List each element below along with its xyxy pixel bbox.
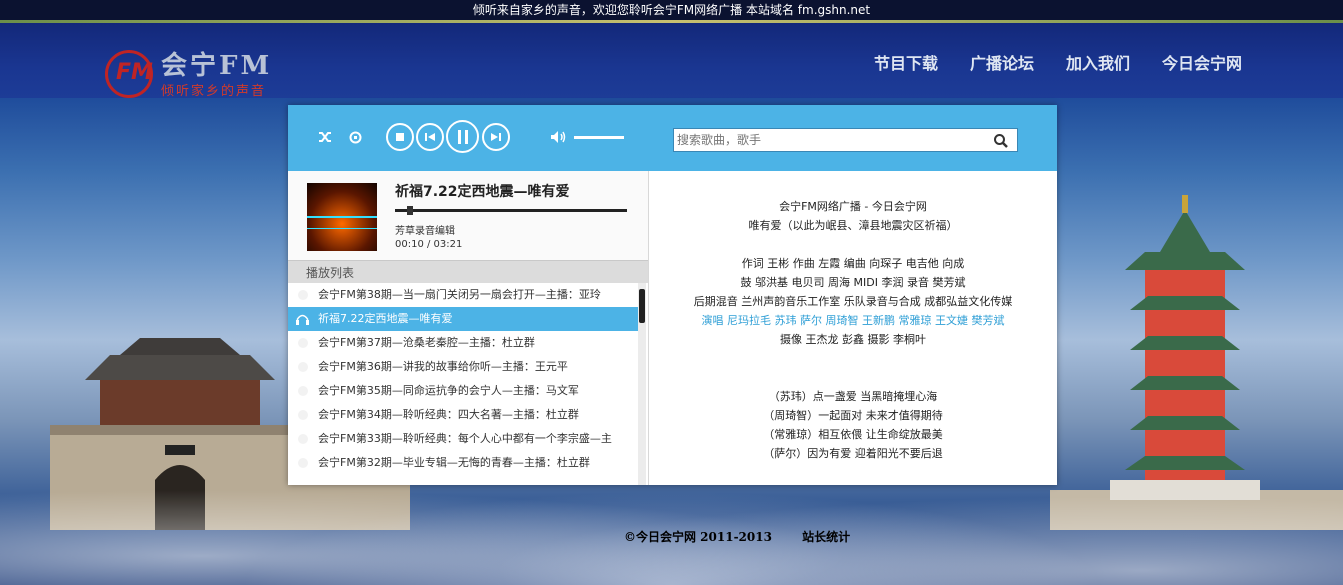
logo-title: 会宁FM [161, 51, 273, 81]
playlist-item[interactable]: 会宁FM第36期—讲我的故事给你听—主播：王元平 [288, 355, 638, 379]
repeat-icon[interactable] [348, 130, 363, 145]
playlist-item[interactable]: 会宁FM第32期—毕业专辑—无悔的青春—主播：杜立群 [288, 451, 638, 475]
playlist-item[interactable]: 会宁FM第37期—沧桑老秦腔—主播：杜立群 [288, 331, 638, 355]
playlist-item[interactable]: 会宁FM第35期—同命运抗争的会宁人—主播：马文军 [288, 379, 638, 403]
lyrics-line: 作词 王彬 作曲 左霞 编曲 向琛子 电吉他 向成 [741, 257, 965, 270]
lyrics-line: 鼓 邬洪基 电贝司 周海 MIDI 李润 录音 樊芳斌 [740, 276, 966, 289]
progress-knob[interactable] [407, 206, 413, 215]
stop-icon [396, 133, 404, 141]
now-playing-time: 00:10 / 03:21 [395, 239, 463, 250]
now-playing-artist: 芳草录音编辑 [395, 226, 455, 237]
playlist-scroll-thumb[interactable] [639, 289, 645, 323]
logo-subtitle: 倾听家乡的声音 [161, 84, 267, 99]
playlist-header: 播放列表 [288, 260, 648, 283]
site-stats-link[interactable]: 站长统计 [802, 530, 850, 544]
top-banner-text: 倾听来自家乡的声音，欢迎您聆听会宁FM网络广播 本站域名 fm.gshn.net [472, 3, 871, 17]
playlist-item[interactable]: 会宁FM第34期—聆听经典：四大名著—主播：杜立群 [288, 403, 638, 427]
playlist-header-label: 播放列表 [306, 266, 355, 280]
volume-slider-fill [574, 136, 609, 139]
stop-button[interactable] [386, 123, 414, 151]
player-control-bar [288, 105, 1057, 171]
playlist-item[interactable]: 会宁FM第38期—当一扇门关闭另一扇会打开—主播：亚玲 [288, 283, 638, 307]
footer: ©今日会宁网 2011-2013 站长统计 [624, 528, 850, 545]
lyrics-line: （常雅琼）相互依偎 让生命绽放最美 [763, 428, 943, 441]
lyrics-line: （萨尔）因为有爱 迎着阳光不要后退 [763, 447, 943, 460]
lyrics-line: （周琦智）一起面对 未来才值得期待 [763, 409, 943, 422]
previous-icon [425, 133, 435, 141]
nav-jinri-huining[interactable]: 今日会宁网 [1162, 50, 1242, 74]
volume-icon[interactable] [550, 130, 566, 144]
progress-bar[interactable] [395, 206, 627, 215]
headphones-icon [296, 314, 309, 325]
playlist-item-active[interactable]: 祈福7.22定西地震—唯有爱 [288, 307, 638, 331]
volume-slider[interactable] [574, 136, 624, 139]
next-icon [491, 133, 501, 141]
lyrics-line: 摄像 王杰龙 彭鑫 摄影 李桐叶 [780, 333, 926, 346]
pause-button[interactable] [446, 120, 479, 153]
lyrics-line: （苏玮）点一盏爱 当黑暗掩埋心海 [768, 390, 938, 403]
nav-join-us[interactable]: 加入我们 [1066, 50, 1130, 74]
logo-mark-icon: FM [105, 50, 153, 98]
shuffle-icon[interactable] [318, 130, 332, 144]
lyrics-line: 会宁FM网络广播 - 今日会宁网 [779, 200, 927, 213]
album-cover [307, 183, 377, 251]
playlist: 会宁FM第38期—当一扇门关闭另一扇会打开—主播：亚玲 祈福7.22定西地震—唯… [288, 283, 638, 485]
top-banner: 倾听来自家乡的声音，欢迎您聆听会宁FM网络广播 本站域名 fm.gshn.net [0, 0, 1343, 20]
nav-forum[interactable]: 广播论坛 [970, 50, 1034, 74]
playlist-scrollbar[interactable] [638, 283, 646, 485]
lyrics-line-highlighted: 演唱 尼玛拉毛 苏玮 萨尔 周琦智 王新鹏 常雅琼 王文婕 樊芳斌 [701, 314, 1005, 327]
search-icon[interactable] [993, 133, 1009, 149]
site-logo[interactable]: FM 会宁FM 倾听家乡的声音 [105, 47, 295, 101]
playlist-item[interactable]: 会宁FM第33期—聆听经典：每个人心中都有一个李宗盛—主 [288, 427, 638, 451]
lyrics-line: 唯有爱（以此为岷县、漳县地震灾区祈福） [748, 219, 958, 232]
lyrics-line: 后期混音 兰州声韵音乐工作室 乐队录音与合成 成都弘益文化传媒 [693, 295, 1013, 308]
lyrics-panel: 会宁FM网络广播 - 今日会宁网 唯有爱（以此为岷县、漳县地震灾区祈福） 作词 … [649, 171, 1057, 468]
search-input[interactable] [677, 131, 977, 149]
search-box [673, 128, 1018, 152]
next-button[interactable] [482, 123, 510, 151]
music-player: 祈福7.22定西地震—唯有爱 芳草录音编辑 00:10 / 03:21 播放列表… [288, 105, 1057, 485]
previous-button[interactable] [416, 123, 444, 151]
now-playing-panel: 祈福7.22定西地震—唯有爱 芳草录音编辑 00:10 / 03:21 [288, 171, 648, 260]
pause-icon [458, 130, 468, 144]
footer-copyright[interactable]: ©今日会宁网 2011-2013 [624, 530, 772, 544]
now-playing-title: 祈福7.22定西地震—唯有爱 [395, 184, 570, 200]
nav-download[interactable]: 节目下载 [874, 50, 938, 74]
